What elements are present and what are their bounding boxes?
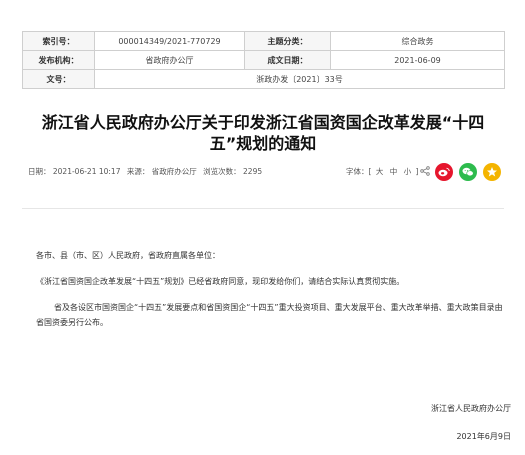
weibo-icon	[438, 167, 450, 177]
publish-date: 日期： 2021-06-21 10:17	[28, 167, 121, 176]
article-info: 日期： 2021-06-21 10:17 来源： 省政府办公厅 浏览次数： 22…	[28, 166, 266, 177]
body-paragraph-1-text: 《浙江省国资国企改革发展“十四五”规划》已经省政府同意，现印发给你们，请结合实际…	[36, 277, 405, 286]
meta-row-issuer: 发布机构： 省政府办公厅 成文日期： 2021-06-09	[22, 50, 505, 70]
font-size-small[interactable]: 小	[404, 167, 412, 176]
share-icon[interactable]	[420, 166, 430, 176]
title-line-1: 浙江省人民政府办公厅关于印发浙江省国资国企改革发展“十四	[41, 113, 485, 132]
issuer-label: 发布机构：	[22, 50, 95, 70]
meta-row-docno: 文号： 浙政办发〔2021〕33号	[22, 69, 505, 89]
salutation: 各市、县（市、区）人民政府，省政府直属各单位：	[36, 251, 220, 260]
title-line-2: 五”规划的通知	[209, 134, 317, 153]
index-value: 000014349/2021-770729	[94, 31, 245, 51]
view-count: 浏览次数： 2295	[203, 167, 263, 176]
font-size-medium[interactable]: 中	[390, 167, 398, 176]
page-title: 浙江省人民政府办公厅关于印发浙江省国资国企改革发展“十四 五”规划的通知	[22, 112, 504, 154]
document-meta-table: 索引号： 000014349/2021-770729 主题分类： 综合政务 发布…	[22, 31, 505, 89]
wechat-share-button[interactable]	[459, 163, 477, 181]
qzone-share-button[interactable]	[483, 163, 501, 181]
source: 来源： 省政府办公厅	[126, 167, 197, 176]
category-value: 综合政务	[330, 31, 505, 51]
category-label: 主题分类：	[244, 31, 331, 51]
signature-org: 浙江省人民政府办公厅	[431, 404, 511, 413]
wechat-icon	[462, 167, 474, 177]
font-size-large[interactable]: 大	[376, 167, 384, 176]
font-size-label: 字体：[	[346, 167, 372, 176]
docno-label: 文号：	[22, 69, 95, 89]
date-label: 成文日期：	[244, 50, 331, 70]
date-value: 2021-06-09	[330, 50, 505, 70]
issuer-value: 省政府办公厅	[94, 50, 245, 70]
index-label: 索引号：	[22, 31, 95, 51]
signature-date: 2021年6月9日	[456, 432, 511, 441]
body-paragraph-2: 省及各设区市国资国企“十四五”发展要点和省国资国企“十四五”重大投资项目、重大发…	[36, 300, 510, 330]
font-size-switcher: 字体：[ 大 中 小 ]	[346, 166, 418, 177]
qzone-icon	[487, 167, 497, 177]
body-paragraph-2-text: 省及各设区市国资国企“十四五”发展要点和省国资国企“十四五”重大投资项目、重大发…	[36, 303, 503, 327]
font-size-close: ]	[415, 167, 419, 176]
section-divider	[22, 208, 504, 209]
weibo-share-button[interactable]	[435, 163, 453, 181]
body-paragraph-1: 《浙江省国资国企改革发展“十四五”规划》已经省政府同意，现印发给你们，请结合实际…	[36, 274, 510, 289]
meta-row-index: 索引号： 000014349/2021-770729 主题分类： 综合政务	[22, 31, 505, 51]
docno-value: 浙政办发〔2021〕33号	[94, 69, 505, 89]
